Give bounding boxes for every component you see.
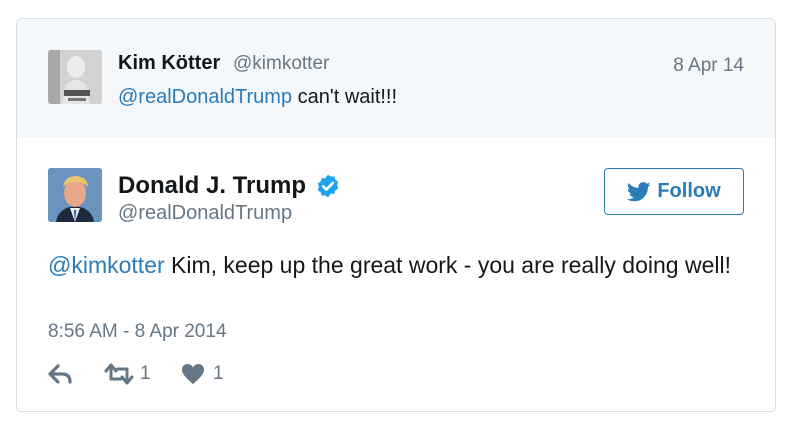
parent-author-handle[interactable]: @kimkotter <box>233 53 329 75</box>
avatar[interactable] <box>48 50 102 104</box>
twitter-bird-icon <box>627 181 651 201</box>
parent-tweet: Kim Kötter @kimkotter 8 Apr 14 @realDona… <box>17 19 775 137</box>
parent-tweet-text: @realDonaldTrump can't wait!!! <box>118 86 397 109</box>
follow-button[interactable]: Follow <box>604 168 744 215</box>
parent-tweet-date[interactable]: 8 Apr 14 <box>673 55 744 77</box>
like-count: 1 <box>213 363 224 384</box>
retweet-count: 1 <box>140 363 151 384</box>
tweet-card: Kim Kötter @kimkotter 8 Apr 14 @realDona… <box>16 18 776 412</box>
verified-badge-icon <box>317 174 339 198</box>
parent-author-name[interactable]: Kim Kötter <box>118 52 220 75</box>
parent-tweet-body: can't wait!!! <box>292 86 398 108</box>
tweet-body: Kim, keep up the great work - you are re… <box>164 252 731 278</box>
tweet-timestamp[interactable]: 8:56 AM - 8 Apr 2014 <box>48 321 227 343</box>
retweet-button[interactable]: 1 <box>104 363 151 385</box>
tweet-text: @kimkotter Kim, keep up the great work -… <box>48 249 738 282</box>
author-name[interactable]: Donald J. Trump <box>118 172 306 200</box>
author-handle[interactable]: @realDonaldTrump <box>118 202 292 225</box>
reply-button[interactable] <box>48 363 74 385</box>
avatar[interactable] <box>48 168 102 222</box>
like-button[interactable]: 1 <box>181 363 224 385</box>
heart-icon <box>182 364 204 384</box>
mention-link[interactable]: @kimkotter <box>48 252 165 278</box>
follow-label: Follow <box>657 180 721 202</box>
mention-link[interactable]: @realDonaldTrump <box>118 86 292 108</box>
retweet-icon <box>104 363 134 385</box>
reply-icon <box>48 364 72 384</box>
